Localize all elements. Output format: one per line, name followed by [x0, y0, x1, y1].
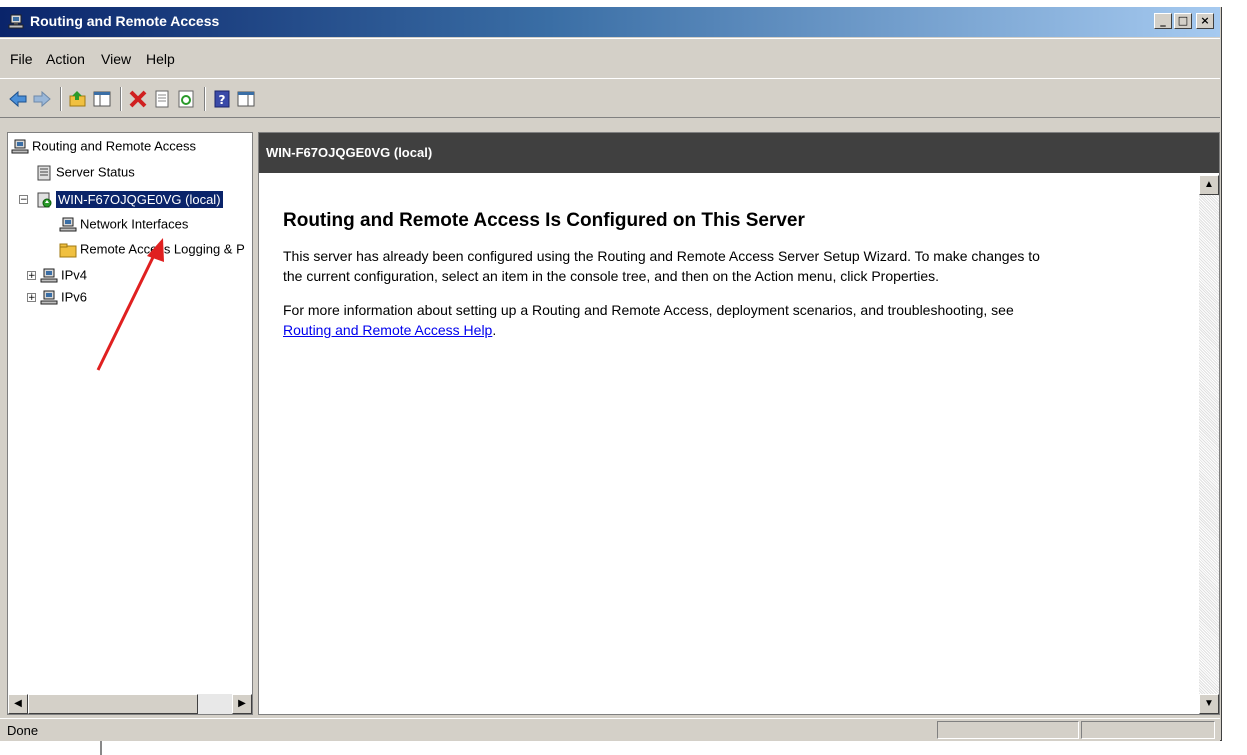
tree-item-ipv6[interactable]: IPv6: [40, 287, 87, 307]
more-info-paragraph: For more information about setting up a …: [283, 300, 1183, 340]
toolbar-separator: [60, 87, 62, 111]
result-vertical-scrollbar[interactable]: ▲ ▼: [1199, 175, 1219, 714]
ipv6-icon: [40, 290, 58, 305]
toolbar-separator: [204, 87, 206, 111]
result-pane: WIN-F67OJQGE0VG (local) Routing and Remo…: [258, 132, 1220, 715]
menu-action[interactable]: Action: [46, 51, 85, 67]
forward-icon[interactable]: [32, 89, 52, 109]
close-button[interactable]: ×: [1196, 13, 1214, 29]
expand-toggle[interactable]: +: [27, 271, 36, 281]
result-pane-header: WIN-F67OJQGE0VG (local): [259, 133, 1219, 173]
status-cell: [1081, 721, 1215, 739]
ipv4-icon: [40, 268, 58, 283]
svg-text:?: ?: [219, 93, 226, 107]
mmc-window: Routing and Remote Access _ □ × File Act…: [0, 7, 1222, 741]
help-icon[interactable]: ?: [212, 89, 232, 109]
toolbar-separator: [120, 87, 122, 111]
scroll-left-icon[interactable]: ◀: [8, 694, 28, 714]
description-paragraph: This server has already been configured …: [283, 246, 1183, 286]
minimize-button[interactable]: _: [1154, 13, 1172, 29]
tree-label: Routing and Remote Access: [32, 138, 197, 154]
scroll-down-icon[interactable]: ▼: [1199, 694, 1219, 714]
tree-item-server-status[interactable]: Server Status: [35, 162, 135, 182]
title-bar[interactable]: Routing and Remote Access _ □ ×: [0, 7, 1220, 37]
tree-label: Remote Access Logging & P: [80, 241, 245, 257]
tree-horizontal-scrollbar[interactable]: ◀ ▶: [8, 694, 252, 714]
help-link-suffix: .: [492, 322, 497, 338]
status-text: Done: [7, 723, 39, 738]
menu-bar: File Action View Help: [0, 38, 1220, 78]
page-title: Routing and Remote Access Is Configured …: [283, 210, 805, 231]
delete-icon[interactable]: [128, 89, 148, 109]
scroll-thumb[interactable]: [28, 694, 198, 714]
tree-item-root[interactable]: Routing and Remote Access: [11, 136, 196, 156]
maximize-button[interactable]: □: [1174, 13, 1192, 29]
up-folder-icon[interactable]: [68, 89, 88, 109]
rras-server-icon: [11, 139, 29, 154]
tree-item-ipv4[interactable]: IPv4: [40, 265, 87, 285]
back-icon[interactable]: [8, 89, 28, 109]
menu-file[interactable]: File: [10, 51, 33, 67]
window-title: Routing and Remote Access: [30, 13, 220, 29]
expand-toggle[interactable]: +: [27, 293, 36, 303]
collapse-toggle[interactable]: −: [19, 195, 28, 205]
network-interfaces-icon: [59, 217, 77, 232]
rras-app-icon: [8, 14, 24, 29]
server-status-icon: [37, 165, 51, 181]
console-tree: Routing and Remote Access Server Status …: [7, 132, 253, 715]
folder-icon: [59, 243, 77, 258]
description-line-1: This server has already been configured …: [283, 248, 1040, 264]
action-pane-icon[interactable]: [236, 89, 256, 109]
tree-label: Network Interfaces: [80, 216, 189, 232]
scroll-right-icon[interactable]: ▶: [232, 694, 252, 714]
background-window-edge: [100, 741, 702, 755]
toolbar: ?: [0, 78, 1220, 118]
server-icon: [37, 192, 52, 208]
properties-icon[interactable]: [152, 89, 172, 109]
window-controls: _ □ ×: [1154, 13, 1214, 29]
tree-label: IPv6: [61, 289, 88, 305]
scroll-up-icon[interactable]: ▲: [1199, 175, 1219, 195]
tree-item-network-interfaces[interactable]: Network Interfaces: [59, 214, 188, 234]
tree-item-server[interactable]: WIN-F67OJQGE0VG (local): [35, 189, 223, 209]
menu-view[interactable]: View: [101, 51, 131, 67]
more-info-line: For more information about setting up a …: [283, 302, 1014, 318]
status-bar: Done: [0, 718, 1220, 741]
tree-item-remote-logging[interactable]: Remote Access Logging & P: [59, 239, 245, 259]
refresh-icon[interactable]: [176, 89, 196, 109]
show-hide-tree-icon[interactable]: [92, 89, 112, 109]
menu-help[interactable]: Help: [146, 51, 175, 67]
tree-label: WIN-F67OJQGE0VG (local): [56, 190, 223, 208]
status-cell: [937, 721, 1079, 739]
description-line-2: the current configuration, select an ite…: [283, 268, 940, 284]
help-link[interactable]: Routing and Remote Access Help: [283, 322, 492, 338]
tree-label: Server Status: [56, 164, 135, 180]
tree-label: IPv4: [61, 267, 88, 283]
